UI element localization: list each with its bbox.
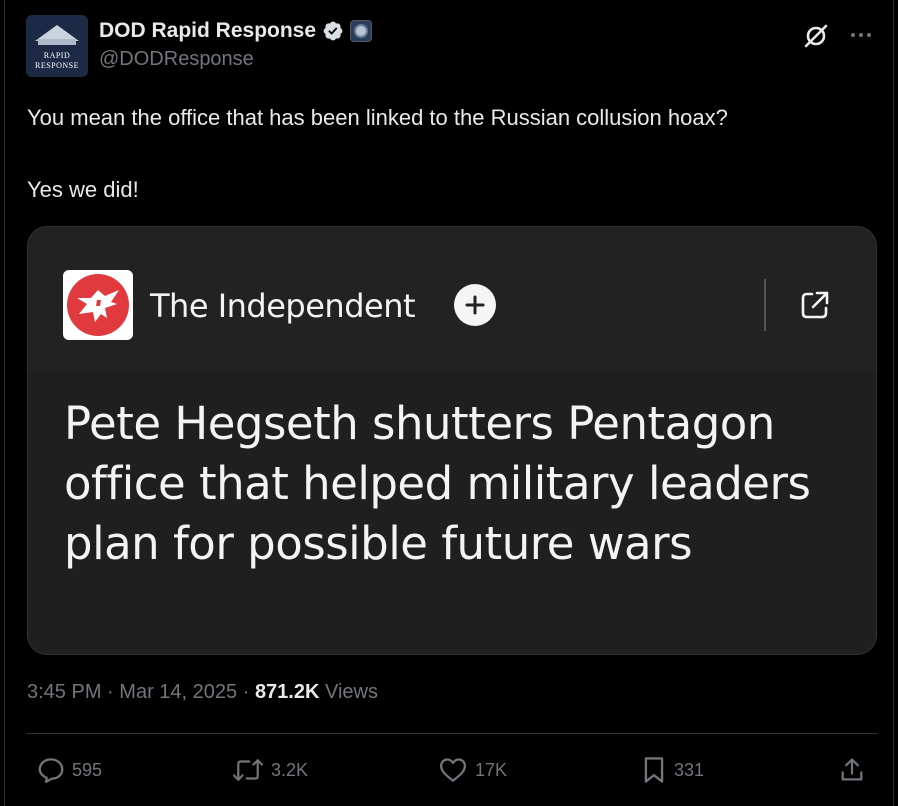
publisher-name[interactable]: The Independent bbox=[150, 287, 416, 325]
plus-icon bbox=[465, 295, 485, 315]
views-count: 871.2K bbox=[254, 681, 320, 703]
bookmark-button[interactable]: 331 bbox=[640, 754, 704, 786]
avatar-text-line2: RESPONSE bbox=[34, 61, 79, 70]
avatar-text-line1: RAPID bbox=[43, 51, 71, 60]
reply-count: 595 bbox=[72, 759, 103, 780]
meta-separator: · bbox=[242, 681, 250, 703]
author-handle[interactable]: @DODResponse bbox=[99, 48, 254, 71]
building-base-graphic bbox=[38, 39, 76, 45]
like-button[interactable]: 17K bbox=[437, 754, 507, 786]
views-label: Views bbox=[325, 681, 378, 703]
verified-badge-icon[interactable] bbox=[322, 20, 344, 42]
actions-divider bbox=[27, 733, 877, 734]
heart-icon bbox=[440, 758, 466, 782]
tweet-meta: 3:45 PM · Mar 14, 2025 · 871.2K Views bbox=[27, 681, 378, 704]
reply-icon bbox=[38, 758, 64, 783]
repost-icon bbox=[232, 759, 264, 781]
tweet-time[interactable]: 3:45 PM bbox=[27, 681, 101, 703]
more-options-icon[interactable] bbox=[848, 22, 874, 48]
open-external-icon[interactable] bbox=[798, 288, 832, 322]
tweet-date[interactable]: Mar 14, 2025 bbox=[119, 681, 237, 703]
grok-icon[interactable] bbox=[802, 22, 830, 50]
follow-publisher-button[interactable] bbox=[454, 284, 496, 326]
author-name-row: DOD Rapid Response bbox=[99, 16, 373, 46]
link-card[interactable]: The Independent Pete Hegseth shutters Pe… bbox=[27, 226, 877, 655]
header-divider bbox=[764, 279, 766, 331]
tweet-text-line2: Yes we did! bbox=[27, 177, 139, 202]
avatar[interactable]: RAPID RESPONSE bbox=[26, 15, 88, 77]
share-button[interactable] bbox=[838, 754, 866, 786]
repost-button[interactable]: 3.2K bbox=[231, 754, 308, 786]
article-headline[interactable]: Pete Hegseth shutters Pentagon office th… bbox=[64, 394, 844, 574]
bookmark-count: 331 bbox=[674, 759, 705, 780]
like-count: 17K bbox=[475, 759, 508, 780]
tweet-text-line1: You mean the office that has been linked… bbox=[27, 105, 728, 130]
bookmark-icon bbox=[644, 757, 664, 783]
reply-button[interactable]: 595 bbox=[36, 754, 102, 786]
repost-count: 3.2K bbox=[271, 759, 309, 780]
affiliation-badge-icon[interactable] bbox=[350, 20, 373, 42]
independent-eagle-logo[interactable] bbox=[63, 270, 133, 340]
share-icon bbox=[841, 758, 863, 781]
author-display-name[interactable]: DOD Rapid Response bbox=[99, 19, 316, 43]
meta-separator: · bbox=[107, 681, 114, 703]
card-header: The Independent bbox=[28, 227, 876, 373]
tweet-text: You mean the office that has been linked… bbox=[27, 103, 877, 205]
